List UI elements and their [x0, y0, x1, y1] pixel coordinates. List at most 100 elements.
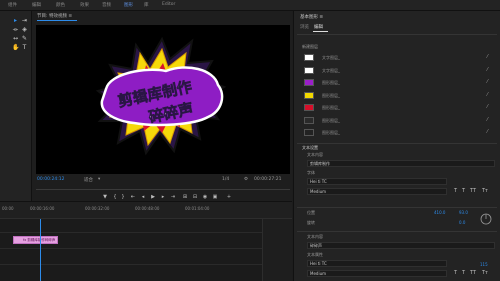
small-caps2-button[interactable]: Tт [482, 270, 488, 276]
layer-name[interactable]: 图形图层_ [322, 93, 340, 99]
pen-tool-icon[interactable]: ✎ [21, 35, 28, 42]
razor-tool-icon[interactable]: ◈ [21, 26, 28, 33]
timecode-duration: 00:00:27:21 [254, 177, 282, 182]
wrench-icon[interactable]: ⚙ [244, 177, 248, 182]
bold2-button[interactable]: T [454, 270, 457, 276]
font2-dropdown[interactable]: Hei ti TC [307, 260, 447, 267]
playhead[interactable] [40, 219, 41, 281]
format2-buttons: T T TT Tт [454, 270, 494, 277]
out-point-icon[interactable]: } [120, 194, 126, 200]
layer-color-swatch[interactable] [304, 129, 314, 136]
all-caps-button[interactable]: TT [470, 188, 476, 194]
text-content-field[interactable]: 剪辑库制作 [307, 160, 495, 167]
menu-item-editing[interactable]: 编辑 [32, 2, 41, 8]
layer-color-swatch[interactable] [304, 66, 314, 74]
eyedropper-icon[interactable]: ⁄ [487, 104, 488, 110]
go-to-in-icon[interactable]: ⇤ [130, 194, 136, 200]
position-label: 位置 [307, 210, 315, 215]
eyedropper-icon[interactable]: ⁄ [487, 92, 488, 98]
monitor-scrub-bar[interactable] [36, 189, 290, 192]
layer-color-swatch[interactable] [304, 79, 314, 86]
text2-content-field[interactable]: 碎碎声 [307, 242, 495, 249]
fit-dropdown-chevron-icon[interactable]: ▾ [98, 177, 100, 182]
play-icon[interactable]: ▶ [150, 194, 156, 200]
eyedropper-icon[interactable]: ⁄ [487, 117, 488, 123]
program-monitor: 节目: 特效视频 ≡ 剪辑库制作 碎碎声 00:00:24:12 适合 ▾ 1/… [32, 11, 292, 201]
layer-name[interactable]: 文字图层_ [322, 68, 340, 74]
panel-title: 基本图形 ≡ [300, 15, 324, 20]
layer-name[interactable]: 图形图层_ [322, 105, 340, 111]
rotation-value[interactable]: 0.0 [459, 220, 465, 225]
font2-style-dropdown[interactable]: Medium [307, 270, 447, 277]
font-label: 字体 [307, 170, 315, 175]
rotation-label: 旋转 [307, 220, 315, 225]
menu-item-audio[interactable]: 音频 [102, 2, 111, 8]
layer-color-swatch[interactable] [304, 54, 314, 61]
marker-icon[interactable]: ▼ [102, 194, 108, 200]
type-tool-icon[interactable]: T [21, 44, 28, 51]
menu-item-color[interactable]: 颜色 [56, 2, 65, 8]
add-button-icon[interactable]: + [226, 194, 232, 200]
timeline-time-label: 00:01:04:00 [185, 206, 210, 211]
slip-tool-icon[interactable]: ↔ [12, 35, 19, 42]
fit-dropdown[interactable]: 适合 [84, 177, 93, 183]
italic-button[interactable]: T [462, 188, 465, 194]
font-size-value[interactable]: 115 [480, 262, 488, 267]
menu-item-assembly[interactable]: 组件 [8, 2, 17, 8]
menu-bar: 组件 编辑 颜色 效果 音频 图形 库 Editor [0, 0, 500, 11]
hand-tool-icon[interactable]: ✋ [12, 44, 19, 51]
layer-name[interactable]: 图形图层_ [322, 80, 340, 86]
insert-icon[interactable]: ⊞ [182, 194, 188, 200]
step-forward-icon[interactable]: ▸ [160, 194, 166, 200]
rotation-dial-icon[interactable] [480, 213, 492, 225]
monitor-title: 节目: 特效视频 ≡ [37, 14, 73, 19]
eyedropper-icon[interactable]: ⁄ [487, 129, 488, 135]
eyedropper-icon[interactable]: ⁄ [487, 54, 488, 60]
video-preview[interactable]: 剪辑库制作 碎碎声 [36, 25, 290, 174]
layer-name[interactable]: 图形图层_ [322, 118, 340, 124]
eyedropper-icon[interactable]: ⁄ [487, 67, 488, 73]
eyedropper-icon[interactable]: ⁄ [487, 79, 488, 85]
go-to-out-icon[interactable]: ⇥ [170, 194, 176, 200]
menu-item-graphics[interactable]: 图形 [124, 2, 133, 8]
layer-name[interactable]: 图形图层_ [322, 130, 340, 136]
track-select-tool-icon[interactable]: ⇥ [21, 17, 28, 24]
title-graphic: 剪辑库制作 碎碎声 [95, 36, 227, 156]
graphic-clip[interactable]: fx 剪辑库制作碎碎声 [13, 236, 58, 244]
menu-item-libraries[interactable]: 库 [144, 2, 149, 8]
text-content-label: 文本内容 [307, 152, 323, 157]
ripple-edit-tool-icon[interactable]: ⟛ [12, 26, 19, 33]
font-style-dropdown[interactable]: Medium [307, 188, 447, 195]
bold-button[interactable]: T [454, 188, 457, 194]
monitor-tab-indicator [37, 20, 77, 21]
italic2-button[interactable]: T [462, 270, 465, 276]
in-point-icon[interactable]: { [112, 194, 118, 200]
timeline-time-label: 00:00 [2, 206, 14, 211]
layer-color-swatch[interactable] [304, 91, 314, 99]
camera-icon[interactable]: ◉ [202, 194, 208, 200]
selection-tool-icon[interactable]: ▸ [12, 17, 19, 24]
text-settings-label: 文本设置 [302, 145, 318, 150]
position-y-value[interactable]: 93.0 [459, 210, 468, 215]
overwrite-icon[interactable]: ⊟ [192, 194, 198, 200]
menu-item-effects[interactable]: 效果 [80, 2, 89, 8]
step-back-icon[interactable]: ◂ [140, 194, 146, 200]
tab-edit[interactable]: 编辑 [314, 24, 323, 30]
timecode-current[interactable]: 00:00:24:12 [37, 177, 64, 182]
timeline-time-label: 00:00:48:00 [135, 206, 160, 211]
compare-icon[interactable]: ▣ [212, 194, 218, 200]
layer-color-swatch[interactable] [304, 116, 314, 124]
layer-name[interactable]: 文字图层_ [322, 55, 340, 61]
new-layer-label: 新建图层 [302, 44, 318, 49]
resolution-dropdown[interactable]: 1/4 [222, 177, 229, 182]
font-dropdown[interactable]: Hei ti TC [307, 178, 447, 185]
format-buttons: T T TT Tт [454, 188, 494, 195]
small-caps-button[interactable]: Tт [482, 188, 488, 194]
timeline-time-label: 00:00:16:00 [30, 206, 55, 211]
menu-item-editor[interactable]: Editor [162, 2, 175, 7]
tab-browse[interactable]: 浏览 [300, 24, 309, 30]
all-caps2-button[interactable]: TT [470, 270, 476, 276]
position-x-value[interactable]: 410.0 [434, 210, 445, 215]
layer-color-swatch[interactable] [304, 104, 314, 111]
timeline-ruler[interactable]: 00:00 00:00:16:00 00:00:32:00 00:00:48:0… [0, 202, 292, 219]
